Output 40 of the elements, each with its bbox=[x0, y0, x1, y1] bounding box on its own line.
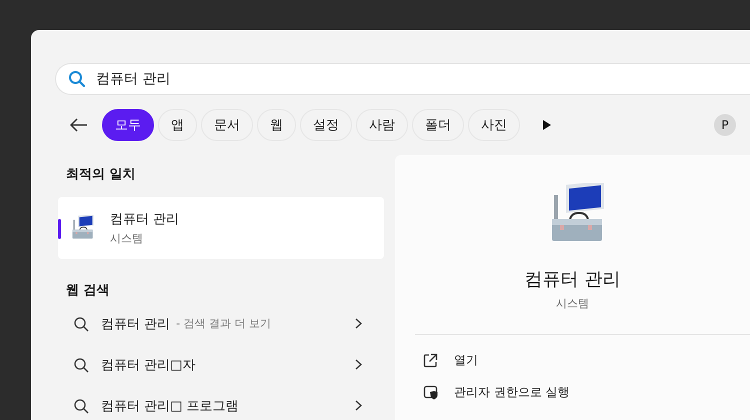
filter-tab[interactable]: 폴더 bbox=[412, 109, 464, 141]
filter-tab[interactable]: 사람 bbox=[356, 109, 408, 141]
play-icon[interactable] bbox=[542, 119, 552, 131]
search-icon bbox=[68, 70, 86, 88]
action-label: 열기 bbox=[454, 352, 478, 368]
web-result-item[interactable]: 컴퓨터 관리□자 bbox=[58, 344, 384, 385]
filter-tab[interactable]: 모두 bbox=[102, 109, 154, 141]
result-title: 컴퓨터 관리□자 bbox=[101, 356, 196, 374]
toolbox-icon bbox=[70, 215, 96, 241]
filter-tab[interactable]: 문서 bbox=[201, 109, 253, 141]
action-item[interactable]: 관리자 권한으로 실행 bbox=[395, 379, 750, 405]
result-subtitle: 시스템 bbox=[110, 231, 144, 246]
external-link-icon bbox=[423, 352, 438, 368]
web-result-item[interactable]: 컴퓨터 관리□ 프로그램 bbox=[58, 385, 384, 420]
action-item[interactable]: 열기 bbox=[395, 347, 750, 373]
filter-tab[interactable]: 웹 bbox=[257, 109, 296, 141]
back-arrow-icon[interactable] bbox=[70, 118, 88, 132]
shield-window-icon bbox=[423, 384, 438, 400]
chevron-right-icon bbox=[355, 400, 362, 411]
section-heading: 최적의 일치 bbox=[65, 166, 137, 184]
search-icon bbox=[73, 356, 89, 372]
detail-subtitle: 시스템 bbox=[555, 296, 590, 311]
search-icon bbox=[73, 398, 89, 414]
result-title: 컴퓨터 관리 bbox=[101, 316, 170, 332]
filter-tab[interactable]: 사진 bbox=[468, 109, 520, 141]
section-heading: 웹 검색 bbox=[65, 282, 111, 300]
chevron-right-icon bbox=[355, 359, 362, 370]
result-title: 컴퓨터 관리 bbox=[110, 211, 180, 228]
search-icon bbox=[73, 316, 89, 332]
profile-avatar[interactable]: P bbox=[714, 114, 736, 136]
filter-tab[interactable]: 설정 bbox=[300, 109, 352, 141]
web-result-item[interactable]: 컴퓨터 관리 - 검색 결과 더 보기 bbox=[58, 303, 384, 344]
result-hint: - 검색 결과 더 보기 bbox=[176, 316, 272, 331]
result-title: 컴퓨터 관리□ 프로그램 bbox=[101, 398, 239, 414]
detail-title: 컴퓨터 관리 bbox=[524, 268, 622, 291]
search-field[interactable]: 컴퓨터 관리 bbox=[55, 63, 750, 95]
filter-tab[interactable]: 앱 bbox=[158, 109, 197, 141]
action-label: 관리자 권한으로 실행 bbox=[454, 384, 570, 400]
chevron-right-icon bbox=[355, 318, 362, 329]
best-match-item[interactable]: 컴퓨터 관리 시스템 bbox=[58, 197, 384, 259]
